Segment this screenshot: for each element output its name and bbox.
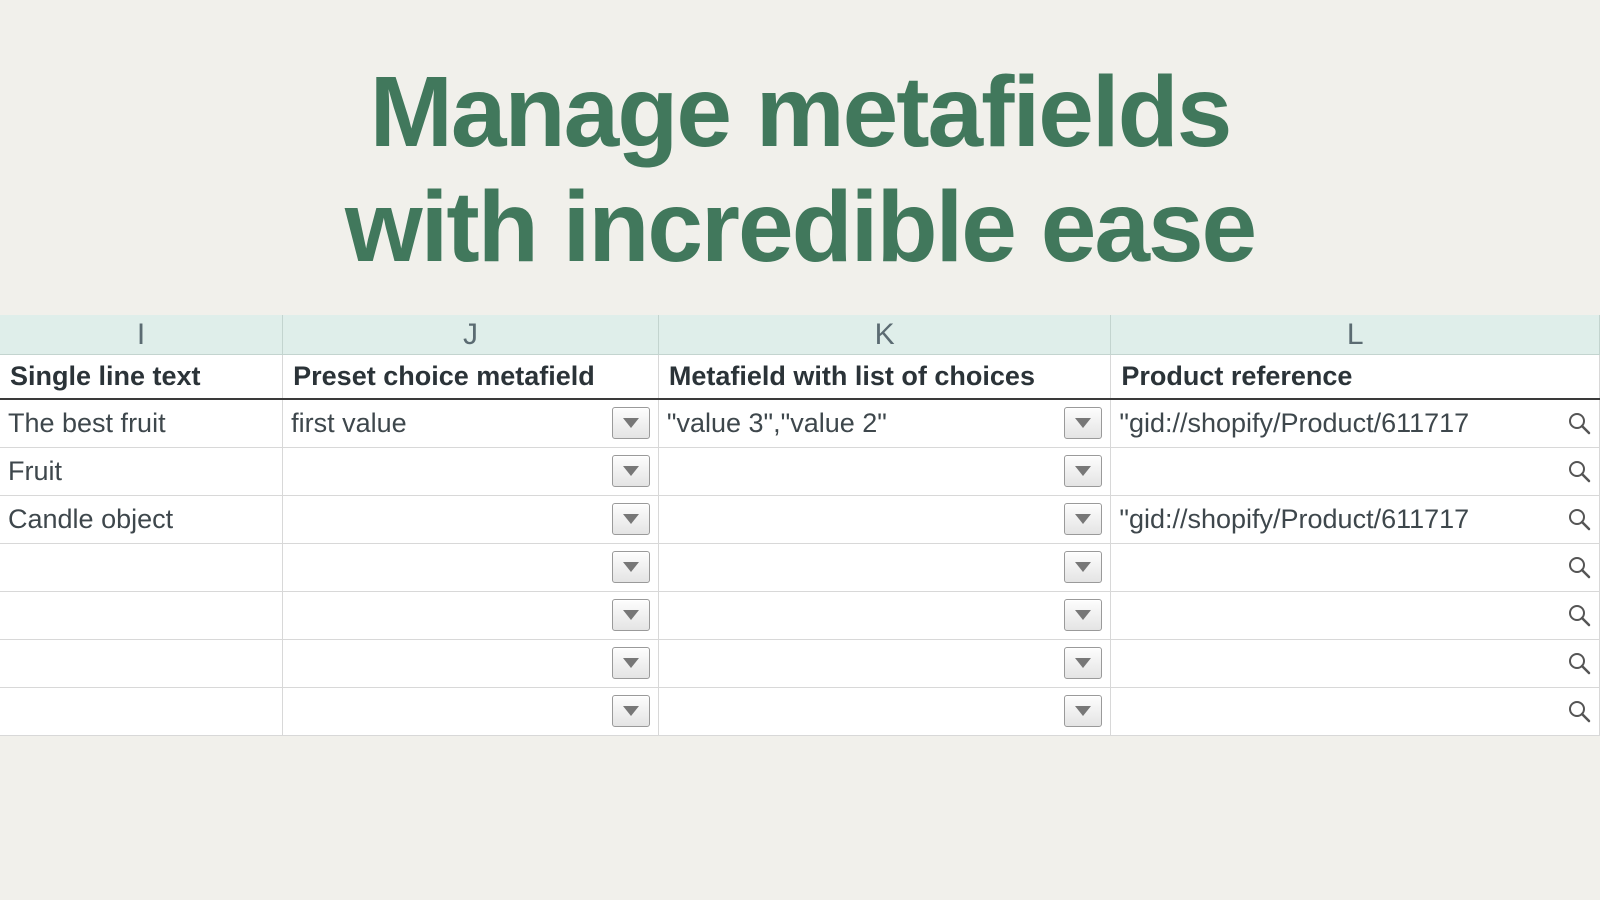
cell-text: Fruit [8, 456, 62, 487]
cell-text: Candle object [8, 504, 173, 535]
cell-single-line-text[interactable]: Fruit [0, 447, 283, 495]
cell-list-of-choices[interactable] [658, 543, 1110, 591]
dropdown-icon[interactable] [612, 647, 650, 679]
table-row [0, 591, 1600, 639]
header-single-line-text[interactable]: Single line text [0, 355, 283, 400]
cell-text: first value [291, 408, 407, 439]
table-row: Candle object "gid://shopify/Product/6117… [0, 495, 1600, 543]
cell-product-reference[interactable]: "gid://shopify/Product/611717 [1111, 399, 1600, 447]
cell-list-of-choices[interactable] [658, 639, 1110, 687]
dropdown-icon[interactable] [612, 503, 650, 535]
cell-list-of-choices[interactable] [658, 687, 1110, 735]
hero-line1: Manage metafields [370, 56, 1231, 168]
header-list-of-choices[interactable]: Metafield with list of choices [658, 355, 1110, 400]
header-product-reference[interactable]: Product reference [1111, 355, 1600, 400]
dropdown-icon[interactable] [1064, 695, 1102, 727]
search-icon[interactable] [1567, 555, 1591, 579]
cell-preset-choice[interactable] [283, 495, 659, 543]
table-row: Fruit [0, 447, 1600, 495]
cell-single-line-text[interactable] [0, 543, 283, 591]
dropdown-icon[interactable] [612, 695, 650, 727]
hero-heading: Manage metafields with incredible ease [0, 0, 1600, 315]
hero-line2: with incredible ease [345, 171, 1255, 283]
cell-product-reference[interactable] [1111, 591, 1600, 639]
cell-list-of-choices[interactable] [658, 495, 1110, 543]
cell-list-of-choices[interactable]: "value 3","value 2" [658, 399, 1110, 447]
col-letter-i[interactable]: I [0, 315, 283, 355]
cell-list-of-choices[interactable] [658, 447, 1110, 495]
cell-single-line-text[interactable] [0, 591, 283, 639]
cell-list-of-choices[interactable] [658, 591, 1110, 639]
dropdown-icon[interactable] [1064, 551, 1102, 583]
table-row: The best fruit first value "value 3","valu… [0, 399, 1600, 447]
dropdown-icon[interactable] [612, 455, 650, 487]
header-preset-choice[interactable]: Preset choice metafield [283, 355, 659, 400]
search-icon[interactable] [1567, 603, 1591, 627]
search-icon[interactable] [1567, 651, 1591, 675]
dropdown-icon[interactable] [1064, 407, 1102, 439]
spreadsheet: I J K L Single line text Preset choice m… [0, 315, 1600, 736]
table-row [0, 543, 1600, 591]
cell-text: "gid://shopify/Product/611717 [1119, 408, 1469, 439]
search-icon[interactable] [1567, 459, 1591, 483]
cell-product-reference[interactable] [1111, 543, 1600, 591]
dropdown-icon[interactable] [612, 551, 650, 583]
dropdown-icon[interactable] [612, 407, 650, 439]
dropdown-icon[interactable] [1064, 503, 1102, 535]
col-letter-l[interactable]: L [1111, 315, 1600, 355]
header-row: Single line text Preset choice metafield… [0, 355, 1600, 400]
cell-preset-choice[interactable]: first value [283, 399, 659, 447]
cell-product-reference[interactable] [1111, 447, 1600, 495]
cell-product-reference[interactable] [1111, 687, 1600, 735]
table-row [0, 639, 1600, 687]
column-letters-row: I J K L [0, 315, 1600, 355]
cell-text: The best fruit [8, 408, 166, 439]
cell-preset-choice[interactable] [283, 447, 659, 495]
cell-preset-choice[interactable] [283, 639, 659, 687]
cell-preset-choice[interactable] [283, 591, 659, 639]
dropdown-icon[interactable] [1064, 455, 1102, 487]
cell-single-line-text[interactable] [0, 639, 283, 687]
search-icon[interactable] [1567, 699, 1591, 723]
search-icon[interactable] [1567, 411, 1591, 435]
dropdown-icon[interactable] [612, 599, 650, 631]
cell-product-reference[interactable]: "gid://shopify/Product/611717 [1111, 495, 1600, 543]
col-letter-k[interactable]: K [658, 315, 1110, 355]
table-row [0, 687, 1600, 735]
cell-text: "value 3","value 2" [667, 408, 887, 439]
search-icon[interactable] [1567, 507, 1591, 531]
cell-preset-choice[interactable] [283, 687, 659, 735]
cell-product-reference[interactable] [1111, 639, 1600, 687]
cell-text: "gid://shopify/Product/611717 [1119, 504, 1469, 535]
cell-single-line-text[interactable]: The best fruit [0, 399, 283, 447]
dropdown-icon[interactable] [1064, 599, 1102, 631]
cell-single-line-text[interactable]: Candle object [0, 495, 283, 543]
cell-single-line-text[interactable] [0, 687, 283, 735]
col-letter-j[interactable]: J [283, 315, 659, 355]
cell-preset-choice[interactable] [283, 543, 659, 591]
dropdown-icon[interactable] [1064, 647, 1102, 679]
